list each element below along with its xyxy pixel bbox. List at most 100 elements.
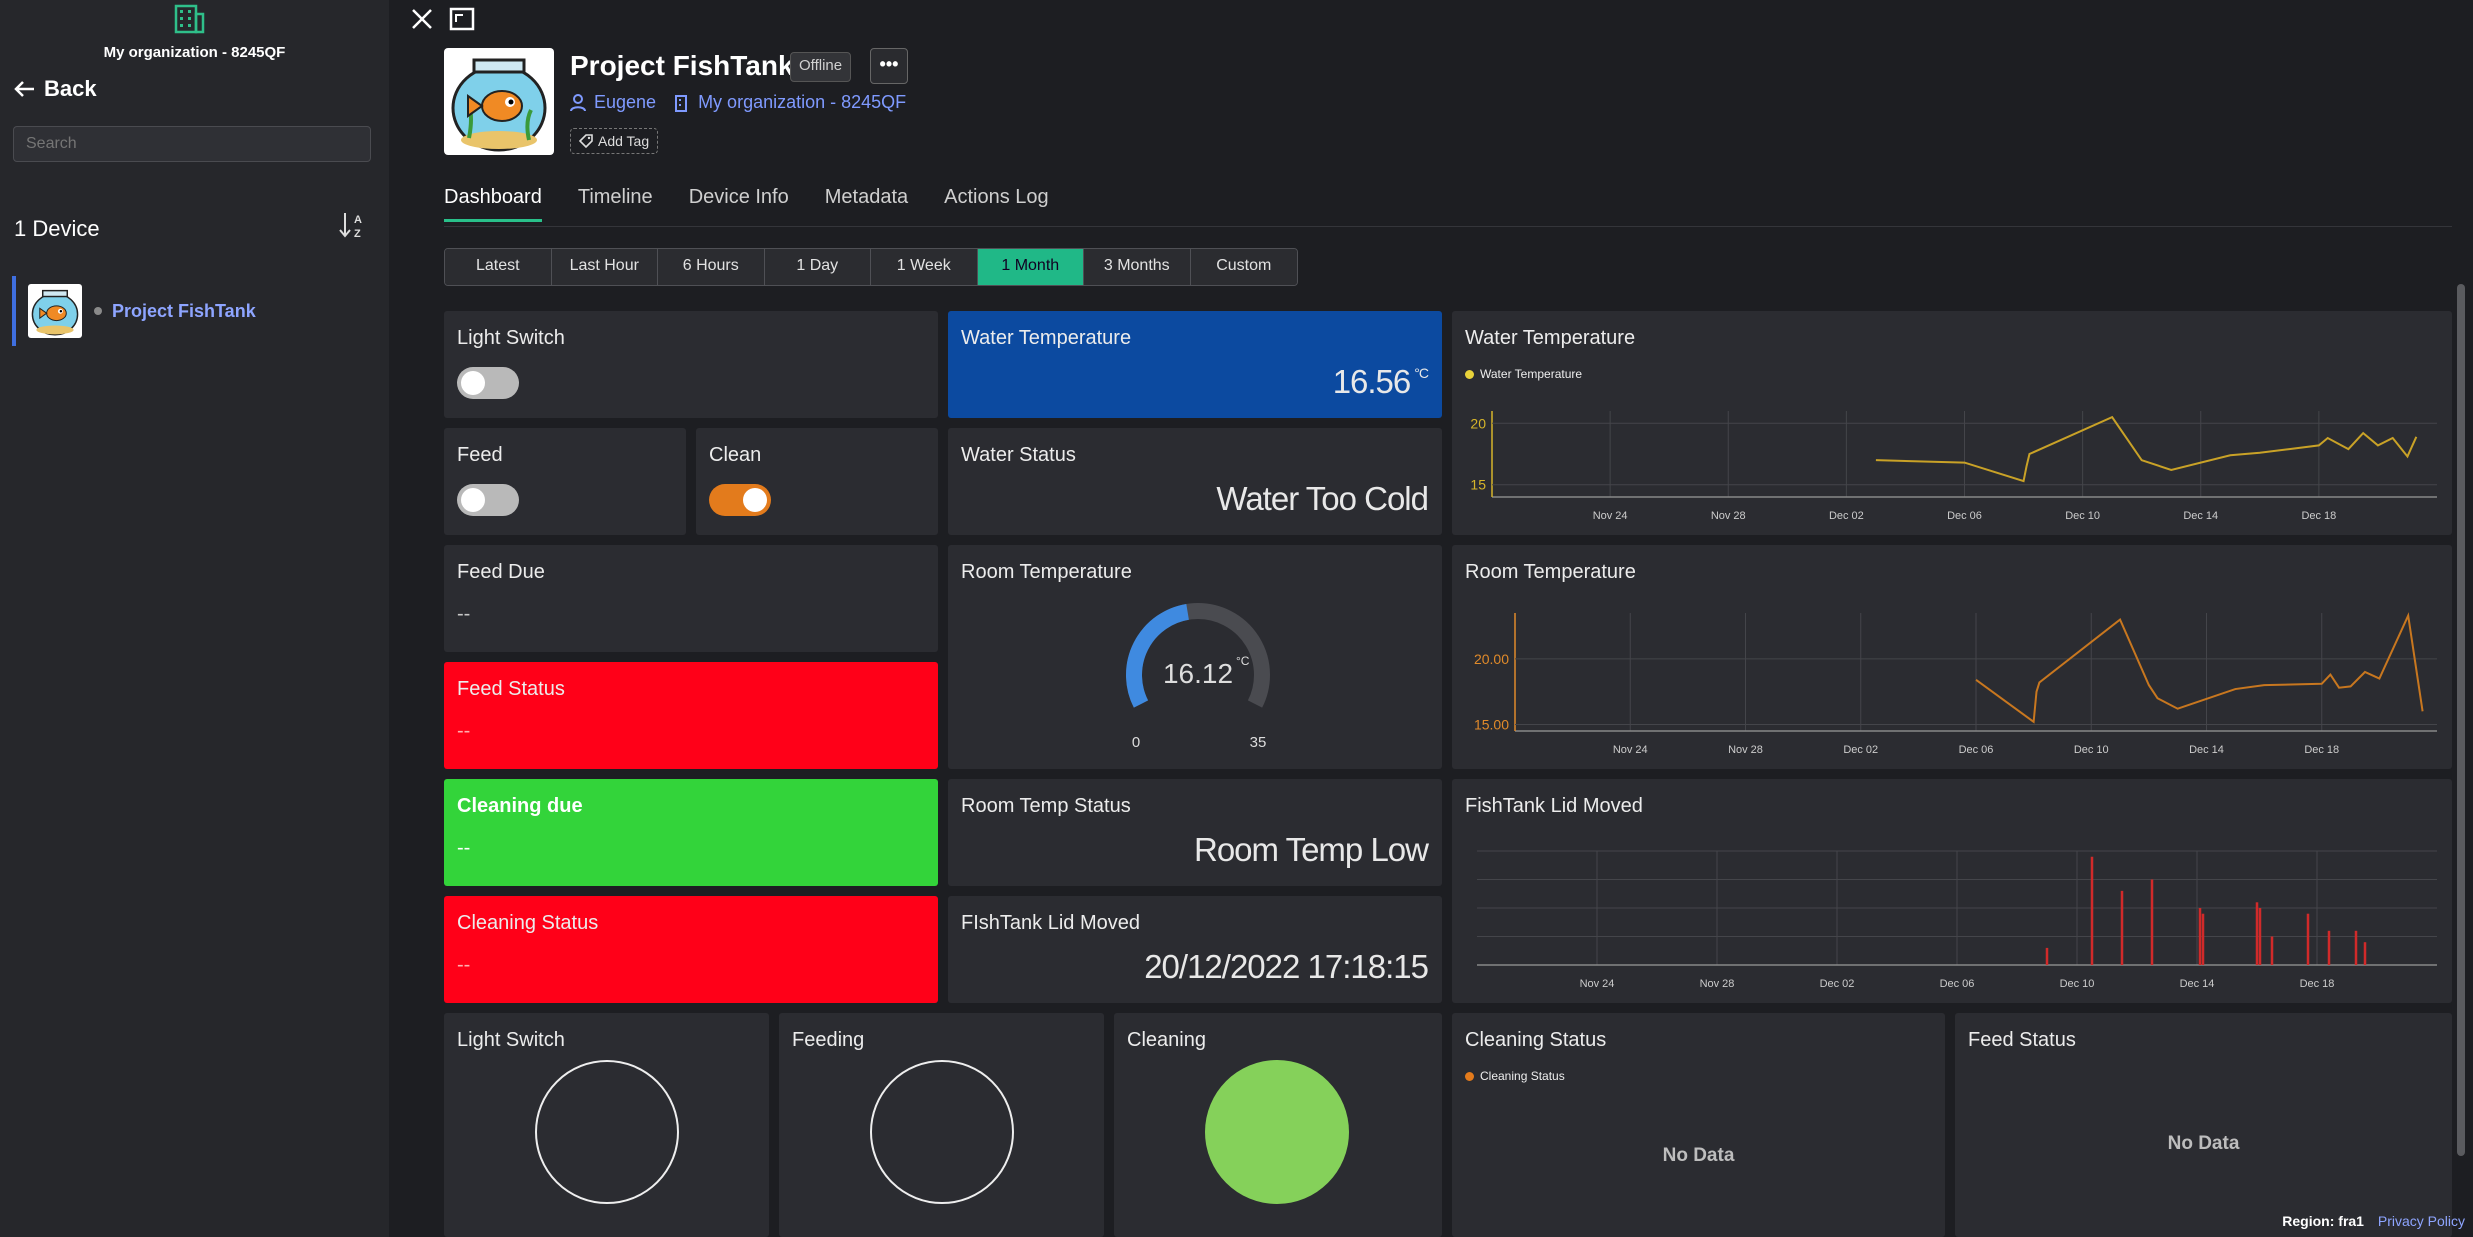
svg-text:Z: Z [354, 228, 361, 240]
room-temperature-gauge: 16.12 °C 0 35 [1126, 603, 1270, 751]
more-actions-button[interactable]: ••• [870, 48, 908, 84]
lid-moved-chart-widget: FishTank Lid Moved Nov 24 Nov 28 Dec 02 Dec… [1452, 779, 2452, 1003]
close-icon[interactable] [409, 6, 435, 32]
tab-device-info[interactable]: Device Info [689, 186, 789, 222]
widget-title: FIshTank Lid Moved [961, 912, 1140, 934]
widget-title: Water Status [961, 444, 1076, 466]
feed-status-chart-widget: Feed Status No Data [1955, 1013, 2452, 1237]
region-value: fra1 [2338, 1213, 2364, 1229]
arrow-left-icon [14, 81, 34, 97]
feed-toggle[interactable] [457, 484, 519, 516]
tab-timeline[interactable]: Timeline [578, 186, 653, 222]
device-list-item[interactable]: Project FishTank [12, 276, 382, 346]
x-tick-label: Nov 28 [1700, 978, 1735, 990]
organization-link[interactable]: My organization - 8245QF [674, 92, 906, 113]
legend-label: Cleaning Status [1480, 1069, 1565, 1083]
room-temperature-widget: Room Temperature 16.12 °C 0 35 [948, 545, 1442, 769]
add-tag-label: Add Tag [598, 133, 650, 149]
no-data-label: No Data [1662, 1145, 1735, 1166]
range-1-day[interactable]: 1 Day [764, 249, 871, 285]
building-icon [174, 4, 205, 34]
widget-title: Room Temperature [961, 561, 1132, 583]
chart-legend: Cleaning Status [1465, 1069, 1565, 1083]
sidebar: My organization - 8245QF Back 1 Device A… [0, 0, 389, 1237]
tab-dashboard[interactable]: Dashboard [444, 186, 542, 222]
widget-title: Light Switch [457, 327, 565, 349]
light-switch-led [535, 1060, 679, 1204]
x-tick-label: Dec 10 [2065, 510, 2100, 522]
x-tick-label: Nov 24 [1580, 978, 1615, 990]
cleaning-due-widget: Cleaning due -- [444, 779, 938, 886]
device-name: Project FishTank [112, 300, 256, 321]
cleaning-led [1205, 1060, 1349, 1204]
expand-icon[interactable] [449, 6, 475, 32]
range-6-hours[interactable]: 6 Hours [658, 249, 765, 285]
x-tick-label: Nov 24 [1613, 744, 1648, 756]
series-line [1875, 415, 2418, 483]
lid-moved-value: 20/12/2022 17:18:15 [1144, 948, 1429, 985]
x-tick-label: Dec 10 [2074, 744, 2109, 756]
x-tick-label: Dec 18 [2304, 744, 2339, 756]
series-line [1975, 612, 2424, 724]
widget-title: Feed Status [1968, 1029, 2076, 1051]
feed-status-value: -- [457, 720, 471, 742]
y-tick-label: 15 [1470, 477, 1486, 493]
cleaning-led-widget: Cleaning [1114, 1013, 1442, 1237]
room-temperature-chart-widget: Room Temperature Nov 24 Nov 28 Dec 02 Dec 0… [1452, 545, 2452, 769]
device-count: 1 Device [14, 216, 100, 241]
device-thumbnail [28, 284, 82, 338]
legend-swatch [1465, 1071, 1474, 1081]
widget-title: Clean [709, 444, 762, 466]
x-tick-label: Dec 18 [2301, 510, 2336, 522]
cleaning-status-chart-widget: Cleaning Status Cleaning Status No Data [1452, 1013, 1945, 1237]
range-3-months[interactable]: 3 Months [1084, 249, 1191, 285]
svg-text:A: A [354, 214, 362, 226]
clean-toggle[interactable] [709, 484, 771, 516]
organization-name: My organization - 8245QF [698, 92, 907, 112]
user-icon [570, 93, 586, 111]
back-button[interactable]: Back [14, 76, 97, 102]
sort-az-icon[interactable]: A Z [338, 210, 368, 240]
water-status-value: Water Too Cold [1216, 480, 1429, 517]
privacy-policy-link[interactable]: Privacy Policy [2378, 1213, 2465, 1229]
add-tag-button[interactable]: Add Tag [570, 128, 659, 154]
owner-name: Eugene [594, 92, 657, 112]
scrollbar[interactable] [2457, 284, 2465, 1156]
gauge-value: 16.12 [1163, 658, 1233, 689]
x-tick-label: Dec 06 [1959, 744, 1994, 756]
x-tick-label: Dec 02 [1843, 744, 1878, 756]
x-tick-label: Nov 28 [1728, 744, 1763, 756]
organization-name: My organization - 8245QF [103, 44, 286, 61]
gauge-max: 35 [1250, 734, 1267, 751]
x-tick-label: Dec 02 [1820, 978, 1855, 990]
no-data-label: No Data [2167, 1133, 2240, 1154]
fishbowl-image [31, 289, 79, 336]
x-tick-label: Dec 06 [1940, 978, 1975, 990]
main-panel: Project FishTank Offline ••• Eugene My o… [389, 0, 2473, 1237]
range-1-month[interactable]: 1 Month [977, 249, 1084, 285]
region-label: Region: [2282, 1213, 2335, 1229]
y-tick-label: 15.00 [1474, 716, 1509, 732]
x-tick-label: Dec 14 [2180, 978, 2215, 990]
device-search-input[interactable] [13, 126, 371, 162]
widget-title: Feed Status [457, 678, 565, 700]
y-tick-label: 20.00 [1474, 651, 1509, 667]
feeding-led-widget: Feeding [779, 1013, 1104, 1237]
cleaning-due-value: -- [457, 837, 471, 859]
widget-title: Feeding [792, 1029, 865, 1051]
range-1-week[interactable]: 1 Week [871, 249, 978, 285]
gauge-unit: °C [1236, 654, 1250, 668]
x-tick-label: Dec 14 [2189, 744, 2224, 756]
range-last-hour[interactable]: Last Hour [551, 249, 658, 285]
x-tick-label: Dec 06 [1947, 510, 1982, 522]
widget-title: Cleaning Status [1465, 1029, 1607, 1051]
water-temperature-chart-widget: Water Temperature Water Temperature Nov … [1452, 311, 2452, 535]
range-latest[interactable]: Latest [445, 249, 552, 285]
tab-actions-log[interactable]: Actions Log [944, 186, 1049, 222]
owner-link[interactable]: Eugene [570, 92, 656, 113]
tab-metadata[interactable]: Metadata [825, 186, 908, 222]
range-custom[interactable]: Custom [1190, 249, 1297, 285]
widget-title: Feed Due [457, 561, 545, 583]
feed-widget: Feed [444, 428, 686, 535]
light-switch-toggle[interactable] [457, 367, 519, 399]
